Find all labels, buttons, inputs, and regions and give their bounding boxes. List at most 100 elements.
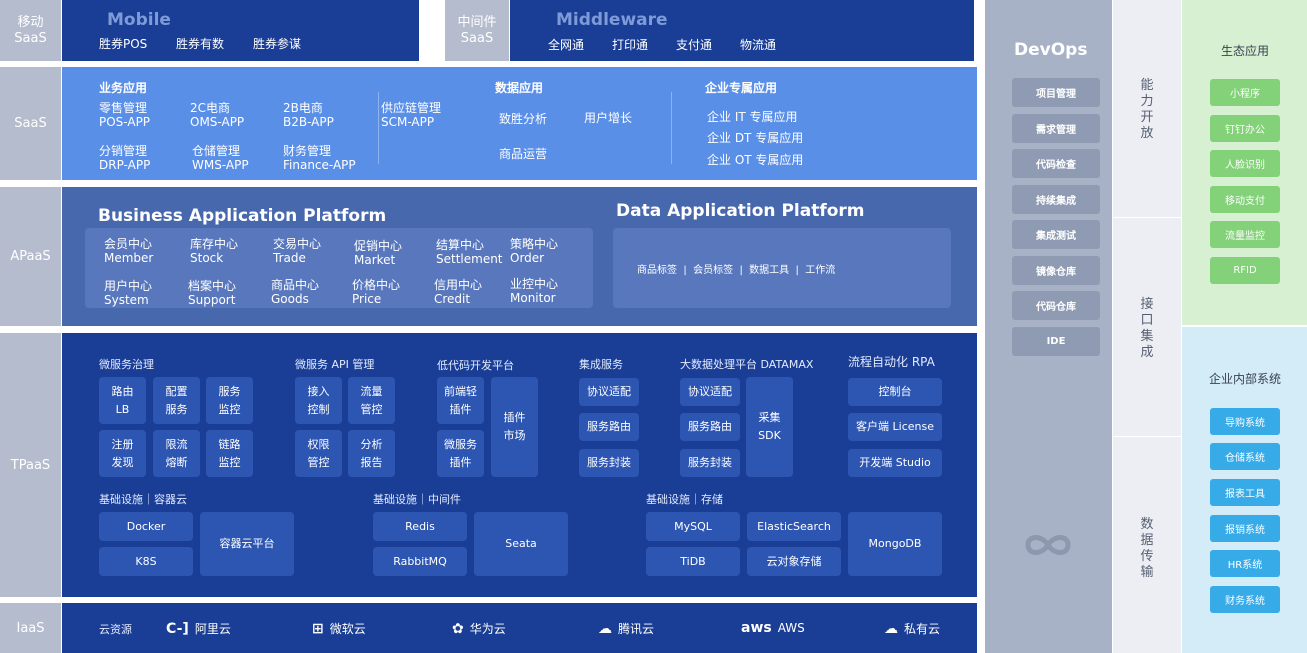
vertical-char: 数 — [1140, 517, 1154, 532]
row-label-apaas: APaaS — [0, 187, 61, 326]
mobile-item-youshu: 胜券有数 — [176, 37, 225, 51]
vertical-char: 据 — [1140, 533, 1154, 548]
enterprise-title: 企业内部系统 — [1209, 372, 1282, 386]
bap-member: 会员中心 Member — [104, 237, 154, 265]
saas-divider-1 — [378, 92, 379, 164]
cloud-tencent: ☁ 腾讯云 — [598, 620, 655, 637]
bap-title: Business Application Platform — [98, 206, 387, 226]
chip-rpa-console: 控制台 — [848, 378, 942, 406]
bap-trade: 交易中心 Trade — [273, 237, 322, 265]
chip-permission-control: 权限 管控 — [295, 430, 342, 477]
saas-biz-drp: 分销管理 DRP-APP — [99, 144, 151, 172]
saas-biz-wms: 仓储管理 WMS-APP — [192, 144, 249, 172]
private-cloud-icon: ☁ — [884, 620, 898, 637]
ent-item-guide: 导购系统 — [1210, 408, 1280, 435]
vertical-char: 能 — [1140, 78, 1154, 93]
saas-biz-title: 业务应用 — [99, 81, 148, 95]
ability-divider-2 — [1113, 436, 1181, 437]
devops-item-image-repo: 镜像仓库 — [1012, 256, 1100, 285]
dap-title: Data Application Platform — [616, 201, 865, 221]
chip-bd-wrap: 服务封装 — [680, 449, 740, 477]
chip-register-discover: 注册 发现 — [99, 430, 146, 477]
vertical-char: 集 — [1140, 329, 1154, 344]
chip-ratelimit-fuse: 限流 熔断 — [153, 430, 200, 477]
data-transfer-label: 数据传输 — [1113, 517, 1181, 581]
eco-title: 生态应用 — [1221, 44, 1270, 58]
chip-container-cloud: 容器云平台 — [200, 512, 294, 576]
chip-trace-monitor: 链路 监控 — [206, 430, 253, 477]
saas-biz-b2b: 2B电商 B2B-APP — [283, 101, 334, 129]
saas-biz-finance: 财务管理 Finance-APP — [283, 144, 356, 172]
cloud-aliyun: C-] 阿里云 — [166, 620, 231, 637]
eco-item-rfid: RFID — [1210, 257, 1280, 284]
chip-traffic-control: 流量 管控 — [348, 377, 395, 424]
mobile-item-canmou: 胜券参谋 — [253, 37, 302, 51]
chip-access-control: 接入 控制 — [295, 377, 342, 424]
saas-ent-dt: 企业 DT 专属应用 — [707, 131, 804, 145]
saas-divider-2 — [671, 92, 672, 164]
chip-k8s: K8S — [99, 547, 193, 576]
devops-item-ci: 持续集成 — [1012, 185, 1100, 214]
devops-item-ide: IDE — [1012, 327, 1100, 356]
saas-biz-oms: 2C电商 OMS-APP — [190, 101, 245, 129]
saas-ent-it: 企业 IT 专属应用 — [707, 110, 798, 124]
ent-item-expense: 报销系统 — [1210, 515, 1280, 542]
chip-elasticsearch: ElasticSearch — [747, 512, 841, 541]
huawei-icon: ✿ — [452, 620, 464, 637]
tpaas-infra-container-title: 基础设施｜容器云 — [99, 493, 187, 506]
devops-item-requirement: 需求管理 — [1012, 114, 1100, 143]
chip-plugin-market: 插件 市场 — [491, 377, 538, 477]
saas-biz-pos: 零售管理 POS-APP — [99, 101, 151, 129]
ent-item-warehouse: 仓储系统 — [1210, 443, 1280, 470]
vertical-char: 接 — [1140, 297, 1154, 312]
bap-order: 策略中心 Order — [510, 237, 559, 265]
chip-mongodb: MongoDB — [848, 512, 942, 576]
saas-data-title: 数据应用 — [495, 81, 544, 95]
saas-biz-scm: 供应链管理 SCM-APP — [381, 101, 442, 129]
devops-item-code-repo: 代码仓库 — [1012, 291, 1100, 320]
row-label-middleware-saas: 中间件 SaaS — [445, 0, 509, 61]
bap-monitor: 业控中心 Monitor — [510, 277, 559, 305]
devops-item-integration-test: 集成测试 — [1012, 220, 1100, 249]
interface-integration-label: 接口集成 — [1113, 297, 1181, 361]
cloud-azure: ⊞ 微软云 — [312, 620, 366, 637]
chip-rabbitmq: RabbitMQ — [373, 547, 467, 576]
ability-open-label: 能力开放 — [1113, 78, 1181, 142]
bap-settlement: 结算中心 Settlement — [436, 238, 503, 266]
vertical-char: 成 — [1140, 345, 1154, 360]
chip-int-route: 服务路由 — [579, 413, 639, 441]
middleware-item-quanwang: 全网通 — [548, 38, 585, 52]
middleware-item-zhifu: 支付通 — [676, 38, 713, 52]
saas-data-analysis: 致胜分析 — [499, 112, 548, 126]
mobile-ghost-title: Mobile — [107, 10, 171, 30]
chip-object-storage: 云对象存储 — [747, 547, 841, 576]
tpaas-micro-api-title: 微服务 API 管理 — [295, 358, 375, 371]
saas-data-goods: 商品运营 — [499, 147, 548, 161]
ent-item-finance: 财务系统 — [1210, 586, 1280, 613]
vertical-char: 输 — [1140, 565, 1154, 580]
row-label-iaas: IaaS — [0, 603, 61, 653]
chip-route-lb: 路由 LB — [99, 377, 146, 424]
chip-frontend-plugin: 前端轻 插件 — [437, 377, 484, 424]
bap-credit: 信用中心 Credit — [434, 278, 483, 306]
chip-rpa-client: 客户端 License — [848, 413, 942, 441]
row-label-saas: SaaS — [0, 67, 61, 180]
windows-icon: ⊞ — [312, 620, 324, 637]
bap-stock: 库存中心 Stock — [190, 237, 239, 265]
bap-price: 价格中心 Price — [352, 278, 401, 306]
chip-analysis-report: 分析 报告 — [348, 430, 395, 477]
chip-seata: Seata — [474, 512, 568, 576]
devops-title: DevOps — [1014, 40, 1088, 60]
tpaas-infra-middleware-title: 基础设施｜中间件 — [373, 493, 461, 506]
tpaas-micro-gov-title: 微服务治理 — [99, 358, 154, 371]
chip-service-monitor: 服务 监控 — [206, 377, 253, 424]
chip-int-protocol: 协议适配 — [579, 378, 639, 406]
eco-item-face: 人脸识别 — [1210, 150, 1280, 177]
bap-support: 档案中心 Support — [188, 279, 237, 307]
eco-item-miniprogram: 小程序 — [1210, 79, 1280, 106]
chip-int-wrap: 服务封装 — [579, 449, 639, 477]
chip-tidb: TiDB — [646, 547, 740, 576]
bap-system: 用户中心 System — [104, 279, 153, 307]
devops-item-project: 项目管理 — [1012, 78, 1100, 107]
ent-item-hr: HR系统 — [1210, 550, 1280, 577]
